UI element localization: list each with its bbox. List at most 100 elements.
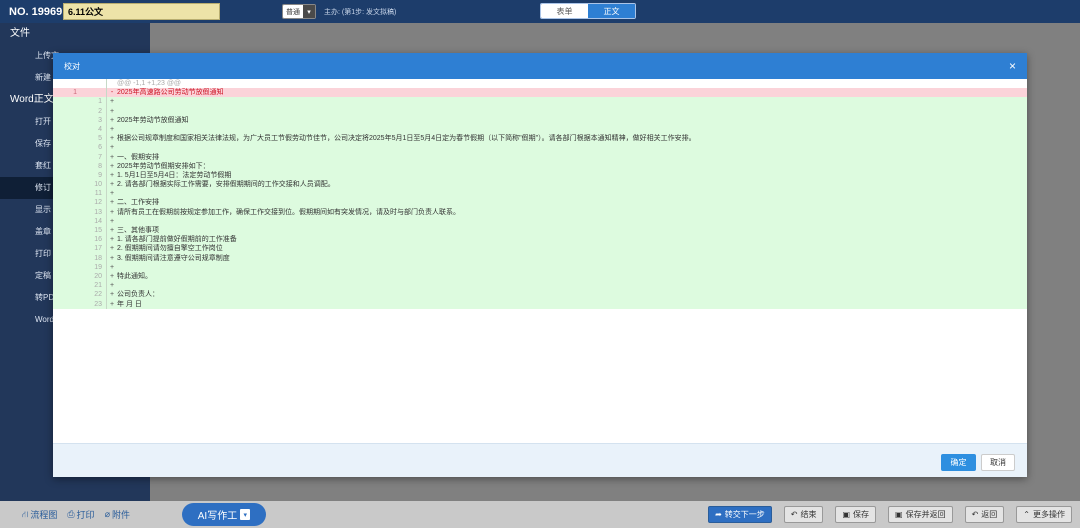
- new-line-number: 16: [81, 235, 107, 245]
- ai-writing-button[interactable]: AI写作工 ▾: [182, 503, 266, 526]
- diff-row-added: 8 +2025年劳动节假期安排如下：: [53, 161, 1027, 171]
- diff-marker: +: [109, 300, 115, 308]
- line-text: 1. 请各部门提前做好假期前的工作准备: [117, 236, 237, 244]
- new-line-number: 23: [81, 299, 107, 309]
- diff-marker: +: [109, 263, 115, 271]
- diff-marker: +: [109, 190, 115, 198]
- old-line-number: [53, 290, 81, 299]
- old-line-number: [53, 235, 81, 244]
- new-line-number: 5: [81, 134, 107, 144]
- line-text: 一、假期安排: [117, 153, 159, 161]
- new-line-number: 7: [81, 152, 107, 162]
- new-line-number: 11: [81, 189, 107, 199]
- return-label: 返回: [981, 510, 998, 519]
- diff-row-added: 6 +: [53, 143, 1027, 153]
- diff-marker: +: [109, 107, 115, 115]
- diff-view: @@ -1,1 +1,23 @@ 1-2025年高速路公司劳动节放假通知 1 +2 +…: [53, 79, 1027, 309]
- diff-row-added: 4 +: [53, 124, 1027, 135]
- new-line-number: 1: [81, 97, 107, 107]
- cancel-button[interactable]: 取消: [981, 454, 1015, 471]
- confirm-button[interactable]: 确定: [941, 454, 976, 471]
- top-bar: NO. 19969 6.11公文 普通 ▾ 主办: (第1步: 发文拟稿) 表单…: [0, 0, 1080, 23]
- line-text: 2025年高速路公司劳动节放假通知: [117, 89, 224, 97]
- diff-row-added: 10 +2. 请各部门根据实际工作需要，安排假期期间的工作交接和人员调配。: [53, 180, 1027, 190]
- chevron-down-icon: ▾: [240, 509, 251, 520]
- line-text: 1. 5月1日至5月4日：法定劳动节假期: [117, 171, 232, 179]
- diff-row-added: 22 + 公司负责人：: [53, 290, 1027, 300]
- save-label: 保存: [853, 510, 870, 519]
- diff-row-added: 16 +1. 请各部门提前做好假期前的工作准备: [53, 235, 1027, 245]
- new-line-number: 3: [81, 115, 107, 125]
- paperclip-icon: ⌀: [104, 509, 110, 519]
- bottom-bar: ⛙ 流程图 ⎙ 打印 ⌀ 附件 AI写作工 ▾ ➦ 转交下一步 ↶ 结束 ▣ 保存 ▣ 保存并…: [0, 501, 1080, 528]
- diff-row-added: 14 +: [53, 216, 1027, 226]
- new-line-number: 17: [81, 244, 107, 254]
- line-text: 请所有员工在假期前按规定参加工作，确保工作交接到位。假期期间如有突发情况，请及时…: [117, 208, 460, 216]
- new-line-number: 20: [81, 271, 107, 282]
- diff-marker: +: [109, 254, 115, 262]
- print-link[interactable]: ⎙ 打印: [67, 508, 94, 521]
- printer-icon: ⎙: [67, 509, 75, 519]
- diff-row-added: 11 +: [53, 189, 1027, 199]
- old-line-number: [53, 217, 81, 226]
- diff-row-added: 3 +2025年劳动节放假通知: [53, 115, 1027, 125]
- diff-row-added: 23 + 年 月 日: [53, 299, 1027, 309]
- dialog-footer: 确定 取消: [53, 443, 1027, 477]
- view-tabs: 表单 正文: [540, 3, 636, 19]
- return-button[interactable]: ↶ 返回: [964, 506, 1005, 523]
- end-button[interactable]: ↶ 结束: [783, 506, 824, 523]
- flowchart-link[interactable]: ⛙ 流程图: [22, 508, 57, 521]
- diff-marker: +: [109, 162, 115, 170]
- save-button[interactable]: ▣ 保存: [835, 506, 877, 523]
- tab-form[interactable]: 表单: [541, 4, 588, 18]
- diff-row-added: 5 + 根据公司规章制度和国家相关法律法规，为广大员工节假劳动节佳节，公司决定将20…: [53, 134, 1027, 144]
- urgency-select[interactable]: 普通 ▾: [282, 4, 316, 19]
- attachment-link[interactable]: ⌀ 附件: [105, 508, 130, 521]
- old-line-number: [53, 134, 81, 143]
- line-text: 2. 请各部门根据实际工作需要，安排假期期间的工作交接和人员调配。: [117, 181, 335, 189]
- flowchart-label: 流程图: [30, 510, 58, 520]
- diff-marker: +: [109, 116, 115, 124]
- document-title-input[interactable]: 6.11公文: [63, 3, 220, 20]
- ai-writing-label: AI写作工: [197, 511, 238, 522]
- diff-marker: +: [109, 153, 115, 161]
- diff-marker: +: [109, 208, 115, 216]
- line-text: 2025年劳动节假期安排如下：: [117, 162, 210, 170]
- old-line-number: [53, 116, 81, 125]
- new-line-number: 21: [81, 281, 107, 291]
- new-line-number: 12: [81, 198, 107, 208]
- diff-marker: +: [109, 135, 115, 143]
- chevron-down-icon: ▾: [303, 5, 315, 18]
- old-line-number: [53, 244, 81, 253]
- diff-marker: +: [109, 125, 115, 133]
- diff-row-deleted: 1 -2025年高速路公司劳动节放假通知: [53, 88, 1027, 98]
- old-line-number: [53, 107, 81, 116]
- tab-body[interactable]: 正文: [588, 4, 635, 18]
- attachment-label: 附件: [111, 510, 130, 520]
- proofread-dialog: 校对 × @@ -1,1 +1,23 @@ 1-2025年高速路公司劳动节放假通…: [53, 53, 1027, 477]
- diff-marker: +: [109, 144, 115, 152]
- diff-row-added: 19 +: [53, 262, 1027, 272]
- old-line-number: [53, 153, 81, 162]
- forward-next-step-button[interactable]: ➦ 转交下一步: [708, 506, 772, 523]
- diff-marker: +: [109, 181, 115, 189]
- diff-row-added: 2 +: [53, 106, 1027, 116]
- diff-row-added: 17 +2. 假期期间请勿擅自擎空工作岗位: [53, 244, 1027, 254]
- new-line-number: 4: [81, 124, 107, 135]
- new-line-number: 10: [81, 180, 107, 190]
- more-actions-button[interactable]: ⌃ 更多操作: [1016, 506, 1072, 523]
- diff-marker: +: [109, 217, 115, 225]
- old-line-number: [53, 125, 81, 134]
- new-line-number: 18: [81, 253, 107, 263]
- save-and-return-button[interactable]: ▣ 保存并返回: [888, 506, 953, 523]
- close-icon[interactable]: ×: [1009, 59, 1016, 73]
- bottom-actions: ➦ 转交下一步 ↶ 结束 ▣ 保存 ▣ 保存并返回 ↶ 返回 ⌃ 更多操作: [696, 506, 1072, 523]
- new-line-number: 8: [81, 161, 107, 171]
- old-line-number: [53, 198, 81, 207]
- old-line-number: [53, 189, 81, 198]
- diff-row-added: 21 +: [53, 281, 1027, 291]
- flowchart-icon: ⛙: [22, 508, 29, 519]
- diff-row-added: 12 + 二、工作安排: [53, 198, 1027, 208]
- diff-marker: +: [109, 236, 115, 244]
- new-line-number: 14: [81, 216, 107, 226]
